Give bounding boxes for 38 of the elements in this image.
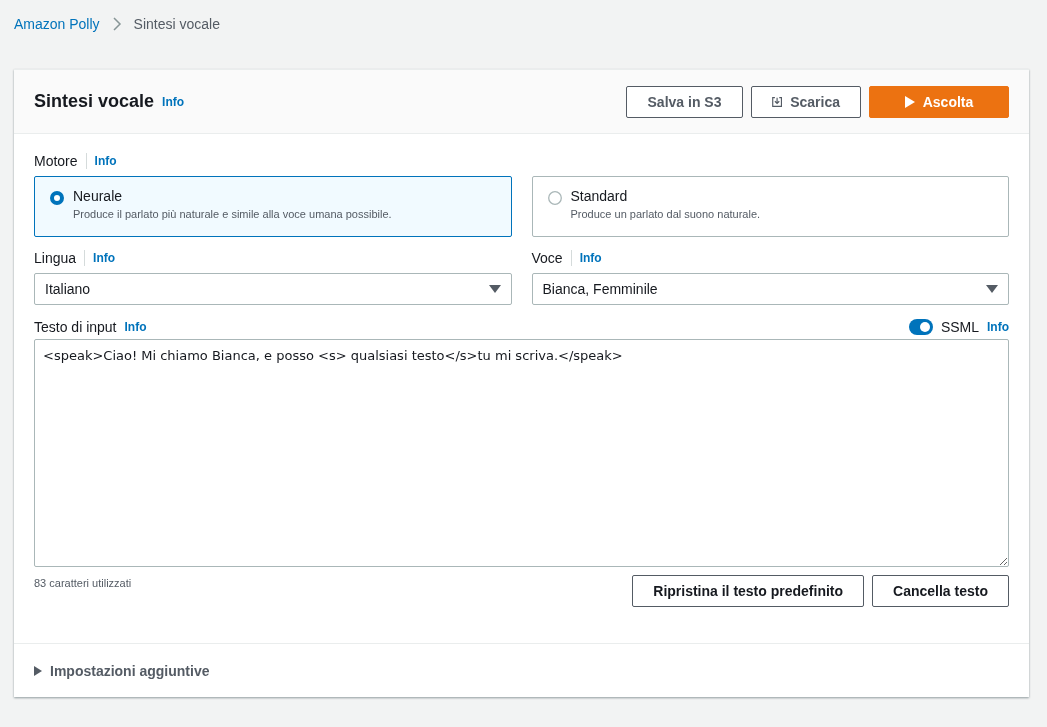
breadcrumb-current: Sintesi vocale bbox=[133, 16, 220, 32]
radio-icon bbox=[547, 191, 562, 205]
engine-option[interactable]: Standard Produce un parlato dal suono naturale. bbox=[531, 176, 1009, 237]
field-label: Motore bbox=[34, 153, 87, 169]
dropdown-field[interactable]: Bianca, Femminile bbox=[531, 273, 1009, 305]
expand-toggle[interactable]: Impostazioni aggiuntive bbox=[34, 663, 210, 679]
info-link[interactable]: Info bbox=[162, 94, 185, 109]
info-link[interactable]: Info bbox=[93, 251, 116, 265]
info-link[interactable]: Info bbox=[124, 320, 147, 334]
radio-icon bbox=[50, 191, 64, 205]
clear-text-button[interactable]: Cancella testo bbox=[872, 575, 1009, 607]
option-title: Neurale bbox=[73, 188, 124, 204]
caret-icon bbox=[34, 666, 42, 676]
download-button[interactable]: Scarica bbox=[751, 85, 861, 118]
field-label: Testo di input bbox=[34, 319, 117, 335]
info-link[interactable]: Info bbox=[579, 251, 602, 265]
text-input-field[interactable]: <speak>Ciao! Mi chiamo Bianca, e posso <s> qualsiasi testo</s>tu mi scriva.</speak> bbox=[34, 339, 1009, 567]
option-title: Standard bbox=[570, 188, 629, 204]
ssml-toggle[interactable] bbox=[908, 319, 933, 335]
play-icon bbox=[904, 95, 915, 108]
field-label: Voce bbox=[531, 250, 572, 266]
chevron-right-icon bbox=[111, 17, 122, 31]
option-description: Produce il parlato più naturale e simile alla voce umana possibile. bbox=[73, 208, 392, 220]
engine-option[interactable]: Neurale Produce il parlato più naturale e simile alla voce umana possibile. bbox=[34, 176, 512, 237]
character-count: 83 caratteri utilizzati bbox=[34, 577, 132, 589]
breadcrumb-link[interactable]: Amazon Polly bbox=[14, 16, 100, 32]
panel-title: Sintesi vocale bbox=[34, 91, 155, 112]
caret-icon bbox=[986, 285, 998, 293]
save-button[interactable]: Salva in S3 bbox=[626, 85, 743, 118]
caret-icon bbox=[488, 285, 501, 293]
dropdown-field[interactable]: Italiano bbox=[34, 273, 512, 305]
info-link[interactable]: Info bbox=[94, 154, 117, 168]
field-label: Lingua bbox=[34, 250, 86, 266]
download-icon bbox=[772, 94, 783, 109]
option-description: Produce un parlato dal suono naturale. bbox=[570, 208, 761, 220]
info-link[interactable]: Info bbox=[987, 320, 1009, 334]
reset-text-button[interactable]: Ripristina il testo predefinito bbox=[632, 575, 865, 607]
toggle-label: SSML bbox=[940, 319, 979, 335]
